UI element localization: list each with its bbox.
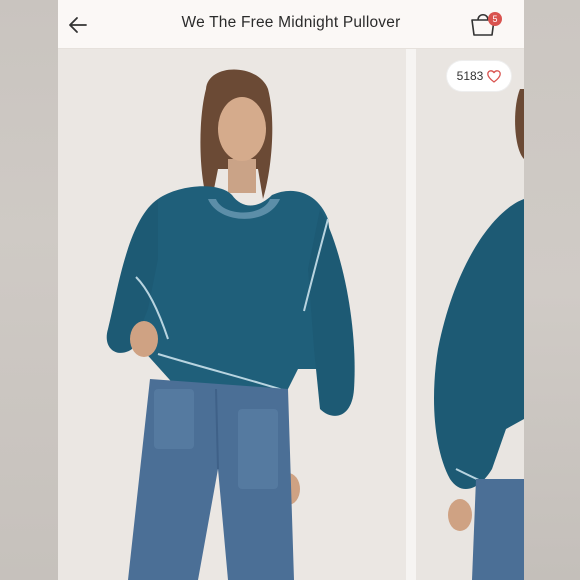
product-title: We The Free Midnight Pullover — [181, 14, 401, 31]
cart-count-badge: 5 — [488, 12, 502, 26]
top-bar: We The Free Midnight Pullover 5 — [58, 0, 524, 49]
like-count: 5183 — [456, 69, 484, 83]
blurred-background-right — [524, 0, 580, 580]
product-photo-next[interactable] — [416, 49, 524, 580]
product-photo-main[interactable] — [58, 49, 406, 580]
heart-icon — [487, 69, 502, 83]
app-screen: We The Free Midnight Pullover 5 5183 — [58, 0, 524, 580]
blurred-background-left — [0, 0, 58, 580]
like-button[interactable]: 5183 — [447, 61, 511, 91]
arrow-left-icon[interactable] — [66, 13, 90, 37]
